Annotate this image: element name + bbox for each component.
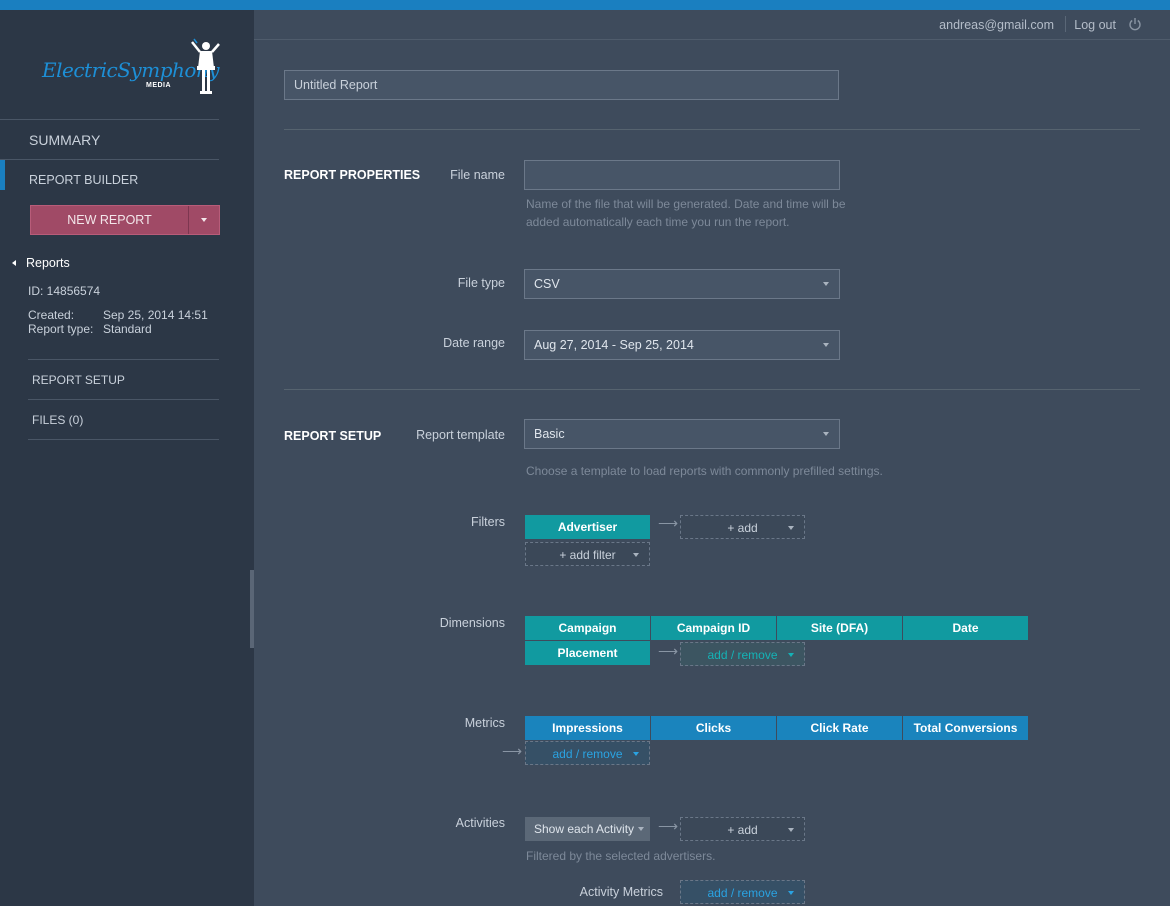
brand-logo[interactable]: ElectricSymphony MEDIA — [40, 38, 230, 108]
chevron-down-icon — [823, 282, 829, 286]
chevron-down-icon — [788, 891, 794, 895]
activities-select[interactable]: Show each Activity — [525, 817, 650, 841]
arrow-right-icon: ⟶ — [658, 515, 679, 531]
report-setup-heading: REPORT SETUP — [284, 429, 382, 443]
caret-left-icon — [12, 260, 16, 266]
date-range-value: Aug 27, 2014 - Sep 25, 2014 — [534, 338, 694, 352]
new-report-split-button: NEW REPORT — [30, 205, 220, 235]
filter-add-dropdown[interactable]: + add — [680, 515, 805, 539]
date-range-select[interactable]: Aug 27, 2014 - Sep 25, 2014 — [524, 330, 840, 360]
activities-help: Filtered by the selected advertisers. — [526, 849, 716, 863]
dimension-chip-campaign[interactable]: Campaign — [525, 616, 650, 640]
logo-subtext: MEDIA — [146, 82, 172, 89]
chevron-down-icon — [788, 828, 794, 832]
report-created: Created: Sep 25, 2014 14:51 — [28, 308, 208, 322]
metric-chip-clicks[interactable]: Clicks — [651, 716, 776, 740]
activity-metrics-label: Activity Metrics — [579, 885, 663, 899]
activities-add-dropdown[interactable]: + add — [680, 817, 805, 841]
metric-chip-impressions[interactable]: Impressions — [525, 716, 650, 740]
dimensions-add-remove-dropdown[interactable]: add / remove — [680, 642, 805, 666]
reports-toggle[interactable]: Reports — [12, 256, 70, 270]
reports-label: Reports — [26, 256, 70, 270]
report-template-value: Basic — [534, 427, 565, 441]
sidebar-item-report-builder[interactable]: REPORT BUILDER — [29, 173, 138, 187]
sidebar-divider — [0, 119, 219, 120]
logout-link[interactable]: Log out — [1074, 18, 1116, 32]
report-template-help: Choose a template to load reports with c… — [526, 464, 883, 478]
filters-label: Filters — [470, 515, 505, 529]
dimensions-add-remove-label: add / remove — [707, 648, 778, 662]
report-title-input[interactable] — [284, 70, 839, 100]
sidebar-divider — [28, 359, 219, 360]
new-report-button[interactable]: NEW REPORT — [31, 206, 189, 234]
file-name-input[interactable] — [524, 160, 840, 190]
user-bar: andreas@gmail.com Log out — [254, 10, 1170, 40]
sidebar-item-files[interactable]: FILES (0) — [32, 413, 83, 427]
chevron-down-icon — [823, 432, 829, 436]
new-report-dropdown-button[interactable] — [189, 206, 219, 234]
active-item-marker — [0, 160, 5, 190]
report-template-select[interactable]: Basic — [524, 419, 840, 449]
report-template-label: Report template — [416, 428, 505, 442]
conductor-icon — [191, 38, 220, 94]
sidebar-divider — [28, 439, 219, 440]
dimension-chip-campaign-id[interactable]: Campaign ID — [651, 616, 776, 640]
sidebar-scrollbar[interactable] — [250, 570, 254, 648]
user-email: andreas@gmail.com — [939, 18, 1054, 32]
dimension-chip-date[interactable]: Date — [903, 616, 1028, 640]
arrow-right-icon: ⟶ — [502, 743, 523, 759]
activity-metrics-add-remove-dropdown[interactable]: add / remove — [680, 880, 805, 904]
metrics-add-remove-dropdown[interactable]: add / remove — [525, 741, 650, 765]
section-divider — [284, 389, 1140, 390]
type-value: Standard — [103, 322, 152, 336]
date-range-label: Date range — [443, 336, 505, 350]
filter-chip-advertiser[interactable]: Advertiser — [525, 515, 650, 539]
top-accent-bar — [0, 0, 1170, 10]
metric-chip-click-rate[interactable]: Click Rate — [777, 716, 902, 740]
sidebar: ElectricSymphony MEDIA SUMMARY REPORT BU… — [0, 10, 254, 906]
metric-chip-total-conversions[interactable]: Total Conversions — [903, 716, 1028, 740]
sidebar-divider — [0, 159, 219, 160]
activities-select-value: Show each Activity — [534, 822, 635, 836]
activities-add-label: + add — [727, 823, 758, 837]
dimension-chip-placement[interactable]: Placement — [525, 641, 650, 665]
add-filter-label: + add filter — [559, 548, 616, 562]
type-label: Report type: — [28, 322, 94, 336]
created-value: Sep 25, 2014 14:51 — [103, 308, 208, 322]
chevron-down-icon — [823, 343, 829, 347]
filter-add-label: + add — [727, 521, 758, 535]
dimensions-label: Dimensions — [439, 616, 505, 630]
chevron-down-icon — [633, 553, 639, 557]
file-type-value: CSV — [534, 277, 560, 291]
file-type-label: File type — [457, 276, 505, 290]
report-id: ID: 14856574 — [28, 284, 101, 298]
sidebar-divider — [28, 399, 219, 400]
arrow-right-icon: ⟶ — [658, 818, 679, 834]
report-type: Report type: Standard — [28, 322, 152, 336]
file-name-help: Name of the file that will be generated.… — [526, 197, 846, 229]
chevron-down-icon — [633, 752, 639, 756]
arrow-right-icon: ⟶ — [658, 643, 679, 659]
sidebar-item-report-setup[interactable]: REPORT SETUP — [32, 373, 125, 387]
chevron-down-icon — [788, 653, 794, 657]
dimension-chip-site[interactable]: Site (DFA) — [777, 616, 902, 640]
sidebar-item-summary[interactable]: SUMMARY — [29, 132, 100, 148]
created-label: Created: — [28, 308, 75, 322]
metrics-label: Metrics — [464, 716, 505, 730]
file-type-select[interactable]: CSV — [524, 269, 840, 299]
activities-label: Activities — [455, 816, 505, 830]
user-bar-separator — [1065, 16, 1066, 32]
power-icon[interactable] — [1128, 17, 1142, 31]
chevron-down-icon — [201, 218, 207, 222]
file-name-label: File name — [450, 168, 505, 182]
activity-metrics-add-remove-label: add / remove — [707, 886, 778, 900]
chevron-down-icon — [638, 827, 644, 831]
add-filter-dropdown[interactable]: + add filter — [525, 542, 650, 566]
metrics-add-remove-label: add / remove — [552, 747, 623, 761]
report-properties-heading: REPORT PROPERTIES — [284, 168, 421, 182]
section-divider — [284, 129, 1140, 130]
chevron-down-icon — [788, 526, 794, 530]
